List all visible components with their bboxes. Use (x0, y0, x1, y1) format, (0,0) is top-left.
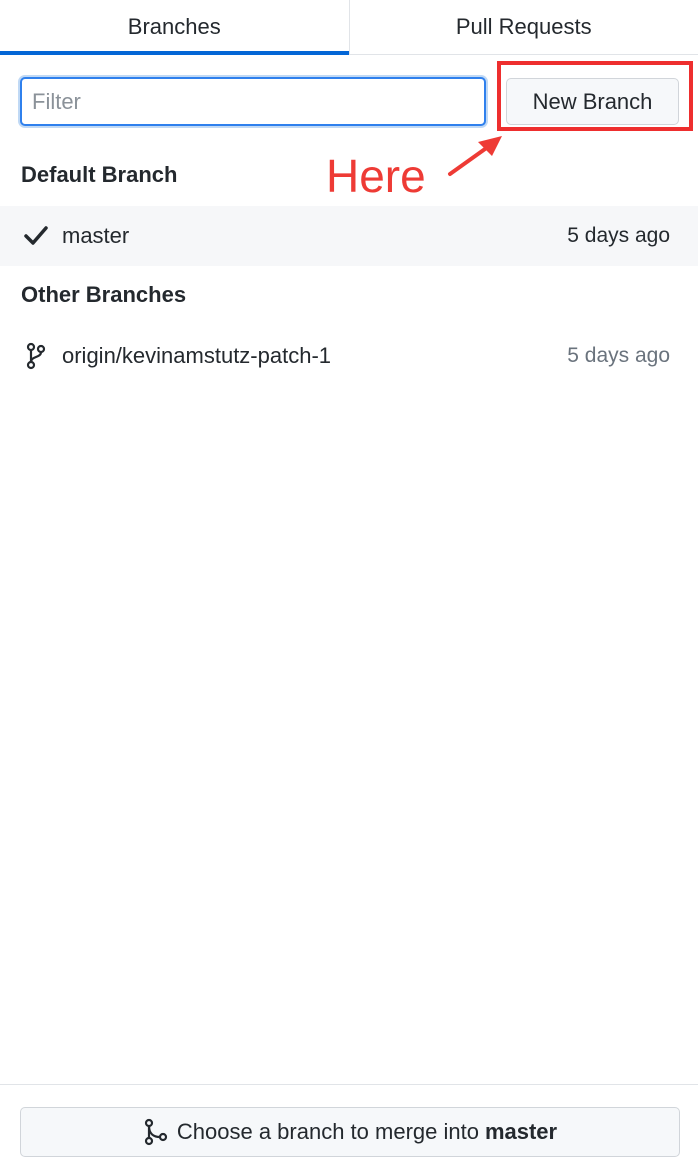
branch-time: 5 days ago (567, 224, 670, 247)
branch-row-origin-patch[interactable]: origin/kevinamstutz-patch-1 5 days ago (0, 326, 698, 386)
git-branch-icon (22, 342, 50, 370)
annotation-text: Here (326, 150, 426, 202)
tab-bar: Branches Pull Requests (0, 0, 698, 55)
new-branch-label: New Branch (532, 88, 653, 114)
default-branch-header: Default Branch (21, 162, 178, 187)
git-merge-icon (143, 1118, 169, 1146)
branch-name: master (62, 223, 130, 248)
tab-pull-requests[interactable]: Pull Requests (348, 0, 698, 54)
new-branch-button[interactable]: New Branch (506, 78, 679, 125)
merge-prefix-text: Choose a branch to merge into (176, 1119, 479, 1144)
branch-name: origin/kevinamstutz-patch-1 (62, 343, 332, 368)
branch-row-master[interactable]: master 5 days ago (0, 206, 698, 266)
branches-panel: Branches Pull Requests New Branch Here D… (0, 0, 698, 1174)
merge-target-text: master (484, 1119, 558, 1144)
tab-branches[interactable]: Branches (0, 0, 349, 55)
tab-branches-label: Branches (127, 14, 221, 39)
check-icon (22, 222, 50, 250)
footer: Choose a branch to merge into master (0, 1084, 698, 1174)
annotation-arrow-icon (448, 136, 502, 176)
branch-time: 5 days ago (567, 344, 670, 367)
tab-pull-requests-label: Pull Requests (455, 14, 592, 39)
merge-branch-button[interactable]: Choose a branch to merge into master (20, 1107, 680, 1157)
other-branches-header: Other Branches (21, 282, 187, 307)
filter-input[interactable] (20, 77, 486, 126)
